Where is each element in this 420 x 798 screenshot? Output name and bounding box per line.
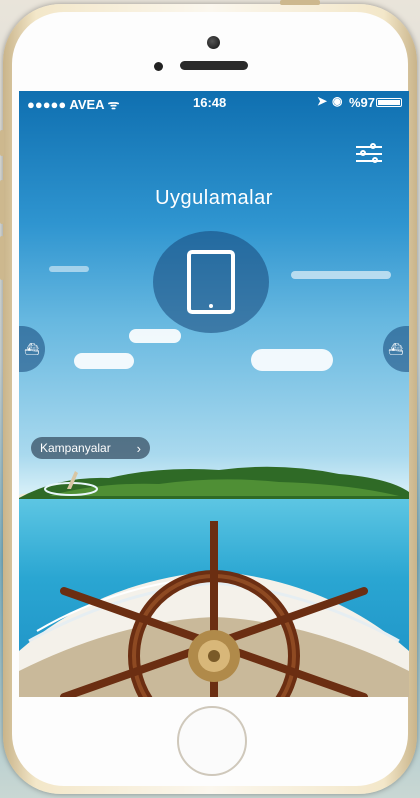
cloud [291,271,391,279]
earpiece-speaker [180,61,248,70]
next-page-button[interactable]: ⛴ [383,326,409,372]
clock: 16:48 [193,95,227,110]
campaigns-label: Kampanyalar [40,441,111,455]
app-screen: ●●●●● AVEA ᯤ 16:48 ➤ ◉ %97 Uygulamalar ⛴… [19,91,409,697]
page-title: Uygulamalar [155,187,273,209]
filter-sliders-icon[interactable] [356,143,382,165]
ship-wheel-image [19,521,409,697]
volume-down-button [0,236,4,280]
chevron-right-icon: › [136,440,141,456]
volume-up-button [0,180,4,224]
cloud [129,329,181,343]
alarm-icon: ◉ [332,94,343,108]
power-button [280,0,320,5]
carrier-label: ●●●●● AVEA ᯤ [27,97,120,112]
cloud [251,349,333,371]
proximity-sensor [154,62,163,71]
battery-icon [376,98,402,107]
prev-page-button[interactable]: ⛴ [19,326,45,372]
mute-switch [0,130,4,156]
tablet-icon [187,250,235,314]
ship-icon: ⛴ [24,342,40,356]
tablet-app-button[interactable] [153,231,269,333]
ship-icon: ⛴ [388,342,404,356]
swimmer-image [44,471,98,496]
campaigns-button[interactable]: Kampanyalar › [31,437,150,459]
status-bar: ●●●●● AVEA ᯤ 16:48 ➤ ◉ %97 [19,91,409,113]
location-arrow-icon: ➤ [317,94,328,108]
cloud [49,266,89,272]
front-camera [207,36,220,49]
battery-percent: %97 [349,95,376,110]
home-button[interactable] [177,706,247,776]
cloud [74,353,134,369]
